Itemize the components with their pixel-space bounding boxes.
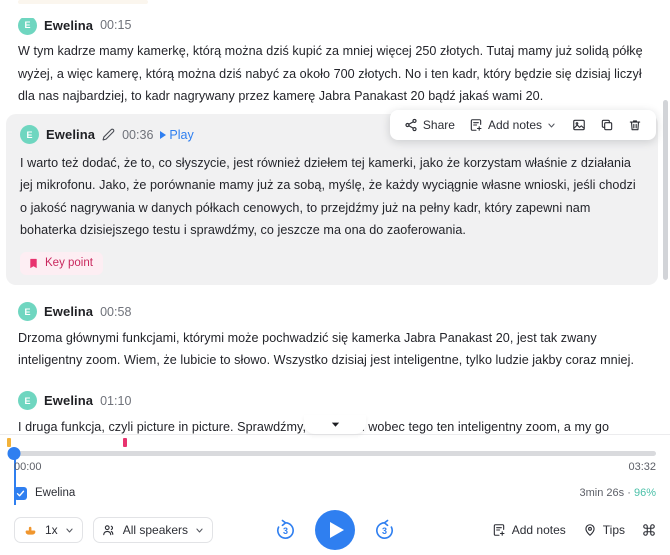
add-notes-icon: [493, 524, 505, 536]
avatar: E: [20, 125, 39, 144]
speaker-name[interactable]: Ewelina: [44, 393, 93, 408]
avatar: E: [18, 391, 37, 410]
copy-icon: [601, 119, 613, 131]
timeline-track[interactable]: [14, 451, 656, 456]
playback-speed-label: 1x: [45, 523, 58, 537]
speaker-percent: 96%: [633, 487, 656, 499]
play-segment-label: Play: [169, 127, 194, 142]
share-icon: [405, 118, 417, 132]
playback-right-controls: Add notes Tips: [492, 523, 656, 537]
speaker-timestamp[interactable]: 00:15: [100, 18, 131, 32]
command-icon: [643, 524, 655, 536]
speaker-timestamp[interactable]: 01:10: [100, 394, 131, 408]
partial-row-bar: [18, 0, 148, 4]
player-panel: 00:00 03:32 Ewelina 3min 26s · 96% 1x Al…: [0, 434, 670, 555]
transcript-text[interactable]: W tym kadrze mamy kamerkę, którą można d…: [18, 40, 652, 108]
fullscreen-button[interactable]: [642, 523, 656, 537]
check-icon: [16, 490, 25, 496]
pin-icon: [585, 524, 595, 536]
insert-image-button[interactable]: [565, 115, 593, 135]
key-point-label: Key point: [45, 257, 93, 269]
edit-speaker-icon[interactable]: [102, 128, 115, 141]
speaker-track-stats: 3min 26s · 96%: [580, 487, 656, 499]
chevron-down-icon: [331, 422, 339, 427]
avatar: E: [18, 302, 37, 321]
timeline-labels: 00:00 03:32: [14, 461, 656, 473]
speaker-line: E Ewelina 01:10: [18, 390, 652, 412]
speaker-name[interactable]: Ewelina: [44, 18, 93, 33]
stats-separator: ·: [627, 487, 631, 499]
timeline-end-time: 03:32: [628, 461, 656, 473]
scrollbar-thumb[interactable]: [663, 100, 668, 280]
speaker-duration: 3min 26s: [579, 487, 625, 499]
play-icon: [330, 522, 344, 538]
tips-button[interactable]: Tips: [583, 523, 625, 537]
speaker-filter-dropdown[interactable]: All speakers: [92, 517, 214, 543]
playback-speed-dropdown[interactable]: 1x: [14, 517, 83, 543]
rewind-seconds: 3: [282, 525, 288, 536]
bookmark-icon: [30, 258, 37, 268]
forward-button[interactable]: 3: [373, 519, 396, 542]
transcript-text[interactable]: Drzoma głównymi funkcjami, którymi może …: [18, 327, 652, 372]
speaker-track-name: Ewelina: [35, 487, 76, 499]
transcript-scroll-area[interactable]: E Ewelina 00:15 W tym kadrze mamy kamerk…: [0, 0, 670, 434]
add-notes-button[interactable]: Add notes: [492, 523, 566, 537]
avatar: E: [18, 15, 37, 35]
playback-controls-bar: 1x All speakers 3 3 Add notes Tips: [0, 505, 670, 555]
timeline-start-time: 00:00: [14, 461, 42, 473]
add-notes-label: Add notes: [511, 523, 566, 537]
collapse-transcript-handle[interactable]: [304, 415, 366, 434]
block-action-toolbar[interactable]: Share Add notes: [389, 110, 656, 140]
playback-left-controls: 1x All speakers: [14, 517, 214, 543]
share-button[interactable]: Share: [397, 115, 462, 135]
scrollbar[interactable]: [663, 22, 668, 422]
speaker-line: E Ewelina 00:58: [18, 301, 652, 323]
speed-hand-icon: [25, 526, 36, 535]
chevron-down-icon: [548, 123, 555, 127]
note-marker[interactable]: [7, 438, 11, 447]
speaker-track-left: Ewelina: [14, 486, 76, 500]
key-point-marker[interactable]: [123, 438, 127, 447]
copy-button[interactable]: [593, 115, 621, 135]
add-notes-label: Add notes: [487, 118, 542, 132]
play-icon: [160, 130, 167, 139]
delete-button[interactable]: [621, 115, 649, 135]
key-point-badge[interactable]: Key point: [20, 251, 103, 275]
add-notes-dropdown[interactable]: Add notes: [462, 115, 563, 135]
rewind-button[interactable]: 3: [274, 519, 297, 542]
transcript-block[interactable]: E Ewelina 00:58 Drzoma głównymi funkcjam…: [0, 287, 670, 376]
speaker-timestamp[interactable]: 00:36: [122, 128, 153, 142]
speaker-visibility-checkbox[interactable]: [14, 486, 27, 500]
transcript-player-app: E Ewelina 00:15 W tym kadrze mamy kamerk…: [0, 0, 670, 555]
tips-label: Tips: [602, 523, 625, 537]
speaker-timestamp[interactable]: 00:58: [100, 305, 131, 319]
chevron-down-icon: [66, 528, 73, 532]
forward-seconds: 3: [381, 525, 387, 536]
speaker-name[interactable]: Ewelina: [44, 304, 93, 319]
chevron-down-icon: [196, 528, 203, 532]
playback-transport-controls: 3 3: [274, 510, 396, 550]
transcript-text[interactable]: I warto też dodać, że to, co słyszycie, …: [20, 152, 644, 242]
add-notes-icon: [470, 119, 482, 131]
timeline[interactable]: 00:00 03:32: [0, 435, 670, 511]
play-segment-button[interactable]: Play: [160, 127, 194, 142]
image-icon: [573, 119, 585, 131]
trash-icon: [629, 120, 641, 131]
share-label: Share: [422, 118, 455, 132]
speaker-track-row: Ewelina 3min 26s · 96%: [14, 483, 656, 503]
play-button[interactable]: [315, 510, 355, 550]
top-fade-mask: [0, 6, 670, 18]
people-icon: [102, 525, 114, 536]
speaker-filter-label: All speakers: [122, 523, 189, 537]
speaker-name[interactable]: Ewelina: [46, 127, 95, 142]
